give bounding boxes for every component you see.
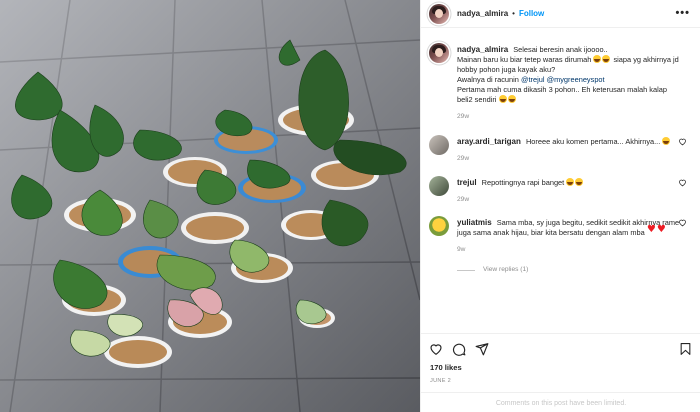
like-heart-icon[interactable]: [429, 342, 443, 356]
mention-mygreeneyspot[interactable]: @mygreeneyspot: [547, 75, 605, 84]
grin-emoji-icon: [593, 55, 602, 63]
grin-emoji-icon: [662, 137, 671, 145]
more-options-icon[interactable]: •••: [675, 8, 690, 19]
plants-photo-illustration: [0, 0, 420, 412]
caption-avatar[interactable]: [429, 43, 449, 63]
comment-body: yuliatmis Sama mba, sy juga begitu, sedi…: [457, 218, 683, 275]
view-replies-label[interactable]: View replies (1): [483, 265, 528, 275]
author-avatar[interactable]: [429, 3, 449, 24]
comment-text: Repottingnya rapi banget: [481, 178, 565, 187]
caption-line-1: Selesai beresin anak ijoooo..: [513, 45, 608, 54]
caption-line-4: Awalnya di racunin: [457, 75, 519, 84]
author-username[interactable]: nadya_almira: [457, 9, 508, 18]
comment-username[interactable]: yuliatmis: [457, 218, 492, 227]
comments-limited-notice: Comments on this post have been limited.: [421, 392, 700, 412]
view-replies-button[interactable]: View replies (1): [457, 265, 683, 275]
replies-divider: [457, 269, 475, 271]
action-bar: [421, 333, 700, 363]
caption-username[interactable]: nadya_almira: [457, 45, 508, 54]
caption-time[interactable]: 29w: [457, 112, 683, 122]
post-header: nadya_almira • Follow •••: [421, 0, 700, 28]
post-date[interactable]: JUNE 2: [430, 378, 451, 384]
caption-body: nadya_almira Selesai beresin anak ijoooo…: [457, 45, 683, 122]
grin-emoji-icon: [602, 55, 611, 63]
comment-time[interactable]: 9w: [457, 245, 683, 255]
comment-time[interactable]: 29w: [457, 195, 683, 205]
grin-emoji-icon: [498, 95, 507, 103]
comment-body: trejul Repottingnya rapi banget 29w: [457, 178, 683, 205]
mention-trejul[interactable]: @trejul: [521, 75, 545, 84]
comment-like-icon[interactable]: [678, 218, 687, 227]
comment-body: aray.ardi_tarigan Horeee aku komen perta…: [457, 137, 683, 164]
share-icon[interactable]: [475, 342, 489, 356]
comment-icon[interactable]: [452, 342, 466, 356]
commenter-avatar[interactable]: [429, 176, 449, 196]
commenter-avatar[interactable]: [429, 216, 449, 236]
post-photo[interactable]: [0, 0, 420, 412]
bookmark-icon[interactable]: [679, 342, 692, 356]
red-heart-emoji-icon: [657, 225, 666, 236]
comment-time[interactable]: 29w: [457, 154, 683, 164]
comment-username[interactable]: trejul: [457, 178, 477, 187]
commenter-avatar[interactable]: [429, 135, 449, 155]
comments-list[interactable]: nadya_almira Selesai beresin anak ijoooo…: [421, 29, 700, 329]
comment-like-icon[interactable]: [678, 137, 687, 146]
separator-dot: •: [512, 9, 515, 18]
grin-emoji-icon: [507, 95, 516, 103]
comment-text: Horeee aku komen pertama... Akhirnya...: [525, 137, 661, 146]
heart-eyes-emoji-icon: [575, 178, 584, 186]
comments-panel: nadya_almira • Follow ••• nadya_almira S…: [420, 0, 700, 412]
follow-button[interactable]: Follow: [519, 9, 544, 18]
red-heart-emoji-icon: [647, 225, 656, 236]
likes-count[interactable]: 170 likes: [430, 363, 462, 372]
comment-like-icon[interactable]: [678, 178, 687, 187]
comment-username[interactable]: aray.ardi_tarigan: [457, 137, 521, 146]
caption-line-5: Pertama mah cuma dikasih 3 pohon.. Eh ke…: [457, 85, 667, 104]
instagram-post: nadya_almira • Follow ••• nadya_almira S…: [0, 0, 700, 412]
caption-line-2: Mainan baru ku biar tetep waras dirumah: [457, 55, 592, 64]
heart-eyes-emoji-icon: [566, 178, 575, 186]
